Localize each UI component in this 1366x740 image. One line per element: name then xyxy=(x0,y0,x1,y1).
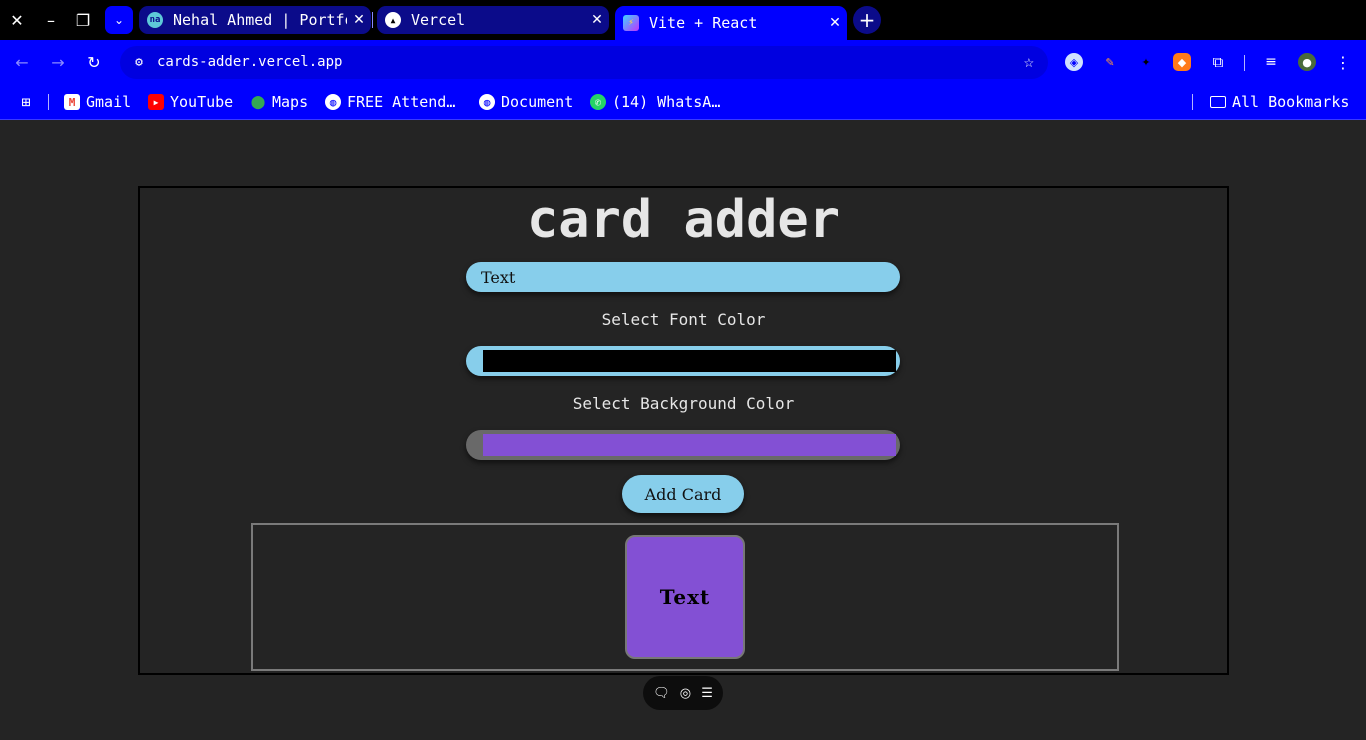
site-info-icon[interactable]: ⚙ xyxy=(128,51,150,73)
close-tab-icon[interactable]: ✕ xyxy=(585,12,609,28)
forward-arrow-icon[interactable]: → xyxy=(46,50,70,74)
tab-vite-react[interactable]: ⚡ Vite + React ✕ xyxy=(615,6,847,40)
bookmark-label: FREE Attend… xyxy=(347,93,456,111)
gmail-icon: M xyxy=(64,94,80,110)
globe-icon: ◍ xyxy=(325,94,341,110)
na-logo-icon: na xyxy=(147,12,163,28)
brave-shield-icon[interactable]: ◆ xyxy=(1173,53,1191,71)
extension-icon[interactable]: ✦ xyxy=(1137,53,1155,71)
font-color-picker[interactable] xyxy=(466,346,900,376)
apps-grid-icon: ⊞ xyxy=(21,93,31,111)
new-tab-button[interactable]: + xyxy=(853,6,881,34)
card-adder-container: card adder Select Font Color Select Back… xyxy=(138,186,1229,675)
minimize-icon[interactable]: – xyxy=(37,6,65,34)
puzzle-extensions-icon[interactable]: ⧉ xyxy=(1209,53,1227,71)
brush-extension-icon[interactable]: ✎ xyxy=(1101,53,1119,71)
bookmarks-bar: ⊞ M Gmail ▶ YouTube ⬤ Maps ◍ FREE Attend… xyxy=(0,85,1366,120)
comment-icon[interactable]: 🗨 xyxy=(653,686,670,701)
browser-toolbar: ← → ↻ ⚙ cards-adder.vercel.app ☆ ◈ ✎ ✦ ◆… xyxy=(0,40,1366,85)
globe-icon: ◍ xyxy=(479,94,495,110)
bookmark-free-attend[interactable]: ◍ FREE Attend… xyxy=(325,91,455,113)
apps-grid-icon[interactable]: ⊞ xyxy=(18,91,40,113)
reload-icon[interactable]: ↻ xyxy=(82,50,106,74)
tab-vercel[interactable]: ▲ Vercel ✕ xyxy=(377,6,609,34)
cards-container: Text xyxy=(251,523,1119,671)
bookmark-label: Maps xyxy=(272,93,309,111)
bookmark-label: (14) WhatsA… xyxy=(612,93,721,111)
folder-icon xyxy=(1210,96,1226,108)
bookmark-gmail[interactable]: M Gmail xyxy=(64,91,131,113)
youtube-icon: ▶ xyxy=(148,94,164,110)
add-card-button[interactable]: Add Card xyxy=(622,475,744,513)
font-color-swatch xyxy=(483,350,896,372)
bookmark-whatsapp[interactable]: ✆ (14) WhatsA… xyxy=(590,91,720,113)
bookmark-divider xyxy=(48,94,49,110)
profile-avatar[interactable]: ● xyxy=(1298,53,1316,71)
bookmark-document[interactable]: ◍ Document xyxy=(479,91,573,113)
bookmark-divider xyxy=(1192,94,1193,110)
background-color-swatch xyxy=(483,434,896,456)
tab-portfolio[interactable]: na Nehal Ahmed | Portfolio ✕ xyxy=(139,6,371,34)
bookmark-maps[interactable]: ⬤ Maps xyxy=(250,91,308,113)
vercel-toolbar: 🗨 ◎ ☰ xyxy=(643,676,723,710)
font-color-label: Select Font Color xyxy=(601,310,766,329)
chevron-down-icon: ⌄ xyxy=(113,13,125,27)
page-content: card adder Select Font Color Select Back… xyxy=(0,121,1366,740)
bookmark-label: Document xyxy=(501,93,574,111)
background-color-label: Select Background Color xyxy=(572,394,795,413)
card: Text xyxy=(625,535,745,659)
card-text-input[interactable] xyxy=(466,262,900,292)
bookmark-label: YouTube xyxy=(170,93,234,111)
card-text: Text xyxy=(659,585,711,609)
tab-title: Vite + React xyxy=(649,14,758,32)
more-menu-icon[interactable]: ⋮ xyxy=(1334,53,1352,72)
vite-logo-icon: ⚡ xyxy=(623,15,639,31)
maps-icon: ⬤ xyxy=(250,94,266,110)
restore-icon[interactable]: ❐ xyxy=(69,6,97,34)
shield-extension-icon[interactable]: ◈ xyxy=(1065,53,1083,71)
bookmark-label: Gmail xyxy=(86,93,132,111)
bookmark-youtube[interactable]: ▶ YouTube xyxy=(148,91,233,113)
eye-toggle-icon[interactable]: ◎ xyxy=(680,686,691,701)
page-title: card adder xyxy=(526,190,841,250)
tab-strip: ✕ – ❐ ⌄ na Nehal Ahmed | Portfolio ✕ ▲ V… xyxy=(0,0,1366,40)
tab-search-button[interactable]: ⌄ xyxy=(105,6,133,34)
whatsapp-icon: ✆ xyxy=(590,94,606,110)
menu-lines-icon[interactable]: ☰ xyxy=(701,686,713,701)
back-arrow-icon[interactable]: ← xyxy=(10,50,34,74)
tab-title: Vercel xyxy=(411,11,466,29)
url-text[interactable]: cards-adder.vercel.app xyxy=(157,54,342,70)
all-bookmarks-label: All Bookmarks xyxy=(1232,93,1350,111)
bookmark-star-icon[interactable]: ☆ xyxy=(1024,52,1034,72)
close-window-icon[interactable]: ✕ xyxy=(3,6,31,34)
toolbar-divider xyxy=(1244,55,1245,71)
tab-divider xyxy=(372,12,373,28)
background-color-picker[interactable] xyxy=(466,430,900,460)
vercel-triangle-icon: ▲ xyxy=(385,12,401,28)
close-tab-icon[interactable]: ✕ xyxy=(347,12,371,28)
tab-title: Nehal Ahmed | Portfolio xyxy=(173,11,347,29)
plus-icon: + xyxy=(858,8,876,32)
address-bar[interactable]: ⚙ cards-adder.vercel.app ☆ xyxy=(120,46,1048,79)
close-tab-icon[interactable]: ✕ xyxy=(823,15,847,31)
media-controls-icon[interactable]: ≡ xyxy=(1262,53,1280,71)
all-bookmarks-button[interactable]: All Bookmarks xyxy=(1210,91,1349,113)
